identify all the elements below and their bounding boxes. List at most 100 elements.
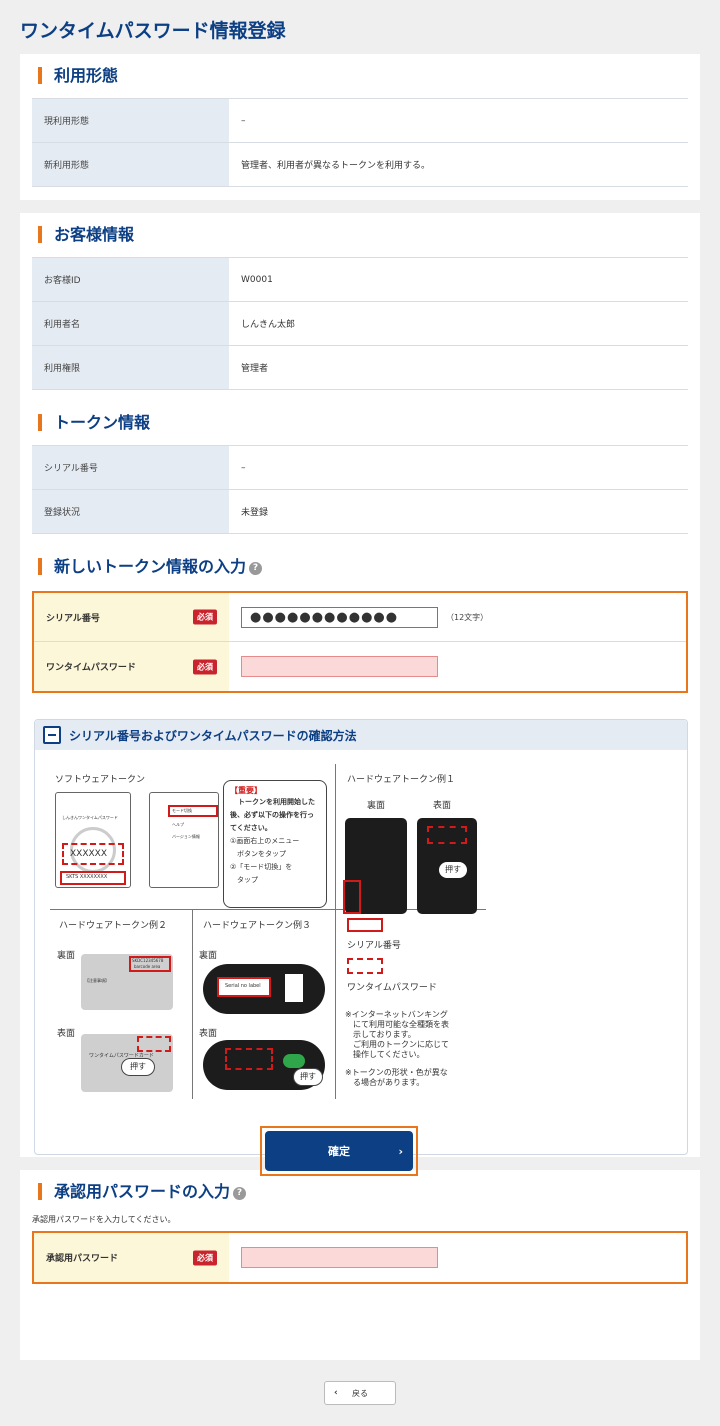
required-badge: 必須 xyxy=(193,609,217,625)
approval-password-input[interactable] xyxy=(241,1247,438,1268)
software-token-title: ソフトウェアトークン xyxy=(55,775,146,785)
hw3-front-device: 押す xyxy=(203,1040,325,1090)
otp-label-cell: ワンタイムパスワード 必須 xyxy=(34,642,229,691)
help-icon[interactable]: ? xyxy=(233,1187,247,1200)
card-notes: 【注意事項】 xyxy=(85,978,109,983)
usage-section-title: 利用形態 xyxy=(38,67,118,84)
push-bubble: 押す xyxy=(121,1058,155,1076)
row-value: 管理者 xyxy=(229,345,688,390)
push-bubble: 押す xyxy=(439,862,467,878)
hw2-card-back: SKDC12345678 barcode area 【注意事項】 xyxy=(81,954,173,1010)
phone-app-title: しんきんワンタイムパスワード xyxy=(62,815,118,820)
approval-value-cell xyxy=(229,1233,686,1282)
legend-serial-label: シリアル番号 xyxy=(347,941,401,951)
legend-otp-swatch xyxy=(347,958,383,974)
serial-value-cell: ●●●●●●●●●●●● （12文字） xyxy=(229,593,686,641)
approval-label: 承認用パスワード xyxy=(46,1254,119,1264)
back-button[interactable]: ‹ 戻る xyxy=(324,1381,396,1405)
confirm-button-frame: 確定 › xyxy=(260,1126,418,1176)
row-value: W0001 xyxy=(229,257,688,302)
approval-description: 承認用パスワードを入力してください。 xyxy=(32,1215,176,1224)
serial-marker xyxy=(343,880,361,914)
usage-table: 現利用形態 – 新利用形態 管理者、利用者が異なるトークンを利用する。 xyxy=(32,98,688,187)
new-token-section-title: 新しいトークン情報の入力? xyxy=(38,557,263,576)
otp-marker xyxy=(225,1048,273,1070)
help-icon[interactable]: ? xyxy=(249,562,263,575)
hw2-back-label: 裏面 xyxy=(57,951,76,961)
green-button xyxy=(283,1054,305,1068)
hw1-front-device: 押す xyxy=(417,818,477,914)
note-line: ご利用のトークンに応じて xyxy=(345,1040,449,1049)
table-row: 登録状況 未登録 xyxy=(32,489,688,534)
serial-hint: （12文字） xyxy=(446,612,489,622)
menu-item: バージョン情報 xyxy=(172,834,200,839)
card-barcode: barcode area xyxy=(134,964,161,969)
serial-no-label: Serial no label xyxy=(225,983,261,989)
collapse-icon[interactable] xyxy=(43,726,61,744)
guide-accordion: シリアル番号およびワンタイムパスワードの確認方法 ソフトウェアトークン しんきん… xyxy=(34,719,688,1155)
approval-title-text: 承認用パスワードの入力 xyxy=(54,1182,231,1201)
hw3-front-label: 表面 xyxy=(199,1029,218,1039)
usage-panel: 利用形態 現利用形態 – 新利用形態 管理者、利用者が異なるトークンを利用する。 xyxy=(20,54,700,200)
row-label: 利用者名 xyxy=(32,301,229,346)
hw2-card-front: ワンタイムパスワードカード 押す xyxy=(81,1034,173,1092)
legend-serial-swatch xyxy=(347,918,383,932)
customer-section-title: お客様情報 xyxy=(38,226,134,243)
hw3-title: ハードウェアトークン例３ xyxy=(203,921,312,931)
note-line: 後、必ず以下の操作を行っ xyxy=(230,811,314,819)
approval-panel: 承認用パスワードの入力? 承認用パスワードを入力してください。 承認用パスワード… xyxy=(20,1170,700,1360)
row-value: しんきん太郎 xyxy=(229,301,688,346)
hw1-front-label: 表面 xyxy=(433,801,452,811)
approval-section-title: 承認用パスワードの入力? xyxy=(38,1182,247,1201)
new-token-form: シリアル番号 必須 ●●●●●●●●●●●● （12文字） ワンタイムパスワード… xyxy=(32,591,688,693)
guide-title: シリアル番号およびワンタイムパスワードの確認方法 xyxy=(69,728,357,743)
phone-illustration: しんきんワンタイムパスワード XXXXXX SKTS XXXXXXXX xyxy=(55,792,131,888)
row-value: 未登録 xyxy=(229,489,688,534)
note-line: ②「モード切換」を xyxy=(230,863,293,871)
approval-label-cell: 承認用パスワード 必須 xyxy=(34,1233,229,1282)
chevron-left-icon: ‹ xyxy=(334,1388,338,1398)
serial-row: シリアル番号 必須 ●●●●●●●●●●●● （12文字） xyxy=(34,593,686,642)
hw1-title: ハードウェアトークン例１ xyxy=(347,775,456,785)
token-note-1: ※インターネットバンキング にて利用可能な全種類を表 示しております。 ご利用の… xyxy=(345,1010,449,1060)
guide-accordion-header[interactable]: シリアル番号およびワンタイムパスワードの確認方法 xyxy=(35,720,687,750)
row-label: シリアル番号 xyxy=(32,445,229,490)
required-badge: 必須 xyxy=(193,659,217,674)
note-line: ※インターネットバンキング xyxy=(345,1010,448,1019)
hw1-back-device xyxy=(343,818,407,914)
new-token-title-text: 新しいトークン情報の入力 xyxy=(54,557,247,576)
row-label: 現利用形態 xyxy=(32,98,229,143)
hw1-back-label: 裏面 xyxy=(367,801,386,811)
phone-menu-illustration: モード切換 ヘルプ バージョン情報 xyxy=(149,792,219,888)
row-label: 利用権限 xyxy=(32,345,229,390)
token-table: シリアル番号 – 登録状況 未登録 xyxy=(32,445,688,534)
note-line: ①画面右上のメニュー xyxy=(230,837,300,845)
hw3-back-label: 裏面 xyxy=(199,951,218,961)
otp-marker xyxy=(427,826,467,844)
hw2-title: ハードウェアトークン例２ xyxy=(59,921,168,931)
otp-marker xyxy=(137,1036,171,1052)
main-panel: お客様情報 お客様ID W0001 利用者名 しんきん太郎 利用権限 管理者 ト… xyxy=(20,213,700,1157)
row-label: 登録状況 xyxy=(32,489,229,534)
otp-value-cell xyxy=(229,642,686,691)
approval-form: 承認用パスワード 必須 xyxy=(32,1231,688,1284)
confirm-label: 確定 xyxy=(328,1145,350,1158)
menu-item: ヘルプ xyxy=(172,822,184,827)
note-line: 操作してください。 xyxy=(345,1050,425,1059)
divider xyxy=(335,909,336,1099)
confirm-button[interactable]: 確定 › xyxy=(265,1131,413,1171)
table-row: 利用者名 しんきん太郎 xyxy=(32,301,688,346)
serial-label-cell: シリアル番号 必須 xyxy=(34,593,229,641)
note-line: てください。 xyxy=(230,824,272,832)
table-row: お客様ID W0001 xyxy=(32,257,688,302)
row-value: 管理者、利用者が異なるトークンを利用する。 xyxy=(229,142,688,187)
serial-number-input[interactable]: ●●●●●●●●●●●● xyxy=(241,606,438,628)
important-label: 【重要】 xyxy=(230,786,262,795)
note-line: タップ xyxy=(230,876,258,884)
row-label: お客様ID xyxy=(32,257,229,302)
one-time-password-input[interactable] xyxy=(241,656,438,677)
note-line: にて利用可能な全種類を表 xyxy=(345,1020,449,1029)
phone-serial: SKTS XXXXXXXX xyxy=(66,874,108,880)
page-title: ワンタイムパスワード情報登録 xyxy=(20,20,286,42)
note-line: る場合があります。 xyxy=(345,1078,425,1087)
